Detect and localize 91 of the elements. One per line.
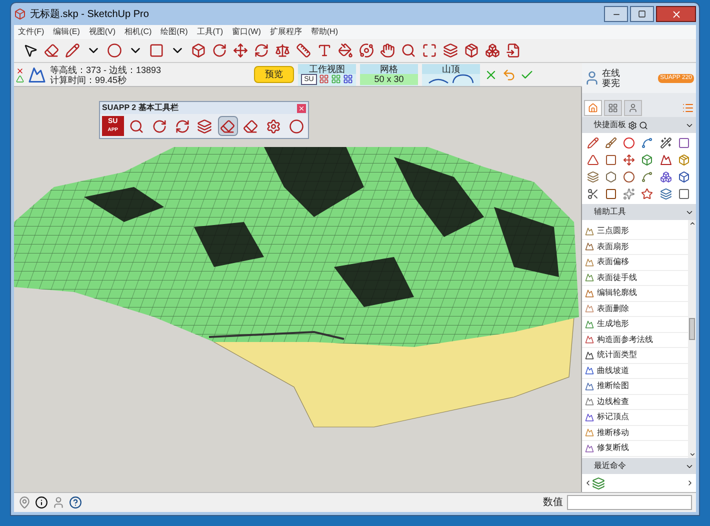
quick-tool-icon[interactable] [641, 171, 654, 183]
user-name: 要宪 [602, 78, 620, 88]
contour-icon [28, 66, 46, 84]
scroll-up-icon[interactable] [688, 220, 696, 227]
grid-value[interactable]: 50 x 30 [360, 74, 418, 84]
user-icon [584, 70, 600, 86]
tool-item-label[interactable]: 三点圆形 [597, 225, 629, 238]
menu-item[interactable]: 视图(V) [88, 26, 116, 38]
quick-tool-icon[interactable] [605, 137, 618, 149]
online-status: 在线 [602, 68, 620, 78]
preview-button[interactable]: 预览 [254, 66, 294, 83]
tool-item-label[interactable]: 生成地形 [597, 318, 629, 330]
quick-tool-icon[interactable] [678, 137, 690, 149]
panel-tab[interactable] [584, 100, 602, 116]
close-icon[interactable] [16, 66, 24, 74]
quick-tool-icon[interactable] [660, 188, 672, 200]
contour-stats: 等高线：373 - 边线：13893 [50, 64, 162, 74]
quick-tool-icon[interactable] [605, 171, 618, 183]
window-title: 无标题.skp - SketchUp Pro [30, 8, 149, 22]
quick-tool-icon[interactable] [660, 171, 672, 183]
quick-tool-icon[interactable] [605, 154, 618, 166]
quick-tool-icon[interactable] [660, 154, 672, 166]
user-icon[interactable] [52, 496, 65, 509]
group-title: 工作视图 [298, 64, 356, 74]
scrollbar[interactable] [688, 220, 696, 458]
quick-tool-icon[interactable] [623, 137, 636, 149]
menu-item[interactable]: 编辑(E) [53, 26, 80, 38]
menu-item[interactable]: 工具(T) [196, 26, 223, 38]
quick-tool-icon[interactable] [641, 154, 654, 166]
menu-item[interactable]: 文件(F) [18, 26, 44, 38]
quick-tool-icon[interactable] [587, 154, 599, 166]
tool-item-label[interactable]: 边线检查 [597, 396, 629, 408]
help-icon[interactable] [69, 496, 82, 509]
scroll-down-icon[interactable] [688, 451, 696, 458]
panel-tab[interactable] [604, 100, 622, 116]
view-icon[interactable] [342, 74, 353, 84]
panel-tab[interactable] [624, 100, 642, 116]
settings-icon[interactable] [628, 120, 637, 130]
maximize-icon[interactable] [638, 10, 646, 18]
quick-tool-icon[interactable] [623, 171, 636, 183]
tool-item-label[interactable]: 编辑轮廓线 [597, 287, 637, 300]
tool-item-label[interactable]: 标记顶点 [597, 411, 629, 424]
info-icon[interactable] [35, 496, 48, 509]
quick-tool-icon[interactable] [623, 154, 636, 166]
recent-tool-icon[interactable] [592, 476, 605, 490]
scroll-left-icon[interactable] [584, 479, 592, 487]
curve-options-icon[interactable] [428, 74, 474, 84]
quick-tool-icon[interactable] [641, 137, 654, 149]
group-title: 网格 [360, 64, 418, 74]
close-icon[interactable] [670, 8, 682, 20]
quick-tool-icon[interactable] [660, 137, 672, 149]
app-logo-icon [14, 8, 26, 20]
scrollbar-thumb[interactable] [689, 318, 695, 340]
value-input[interactable] [567, 495, 692, 510]
value-label: 数值 [543, 496, 563, 510]
group-title: 山顶 [422, 64, 480, 74]
tool-item-label[interactable]: 构造面参考法线 [597, 334, 653, 346]
quick-tool-icon[interactable] [678, 171, 690, 183]
user-icon[interactable] [628, 103, 638, 113]
tool-item-label[interactable]: 表面徒手线 [597, 272, 637, 284]
minimize-button[interactable] [604, 6, 628, 22]
tool-item-label[interactable]: 表面删除 [597, 302, 629, 315]
close-button[interactable] [656, 6, 696, 22]
menu-item[interactable]: 绘图(R) [160, 26, 188, 38]
quick-tool-icon[interactable] [605, 188, 618, 200]
compute-time: 计算时间：99.45秒 [50, 74, 128, 84]
quick-tool-icon[interactable] [678, 188, 690, 200]
grid-icon[interactable] [608, 103, 618, 113]
quick-tool-icon[interactable] [587, 137, 599, 149]
menu-item[interactable]: 窗口(W) [232, 26, 261, 38]
tool-item-label[interactable]: 统计面类型 [597, 349, 637, 362]
tool-item-label[interactable]: 推断绘图 [597, 380, 629, 392]
view-icon[interactable] [318, 74, 329, 84]
menu-item[interactable]: 帮助(H) [310, 26, 338, 38]
search-icon[interactable] [639, 120, 648, 130]
tool-item-label[interactable]: 推断移动 [597, 426, 629, 439]
toolbar-title: SUAPP 2 基本工具栏 [102, 102, 178, 114]
menu-item[interactable]: 相机(C) [124, 26, 152, 38]
menu-item[interactable]: 扩展程序 [270, 26, 302, 38]
location-icon[interactable] [18, 496, 31, 509]
tool-item-label[interactable]: 修复断线 [597, 442, 629, 454]
quick-tool-icon[interactable] [587, 171, 599, 183]
quick-tool-icon[interactable] [587, 188, 599, 200]
maximize-button[interactable] [630, 6, 654, 22]
tool-item-label[interactable]: 曲线坡道 [597, 364, 629, 377]
tool-item-label[interactable]: 表面偏移 [597, 256, 629, 268]
scroll-right-icon[interactable] [686, 479, 694, 487]
quick-tool-icon[interactable] [641, 188, 654, 200]
home-icon[interactable] [588, 103, 598, 113]
triangle-icon[interactable] [16, 74, 24, 82]
tool-item-label[interactable]: 表面扇形 [597, 240, 629, 253]
